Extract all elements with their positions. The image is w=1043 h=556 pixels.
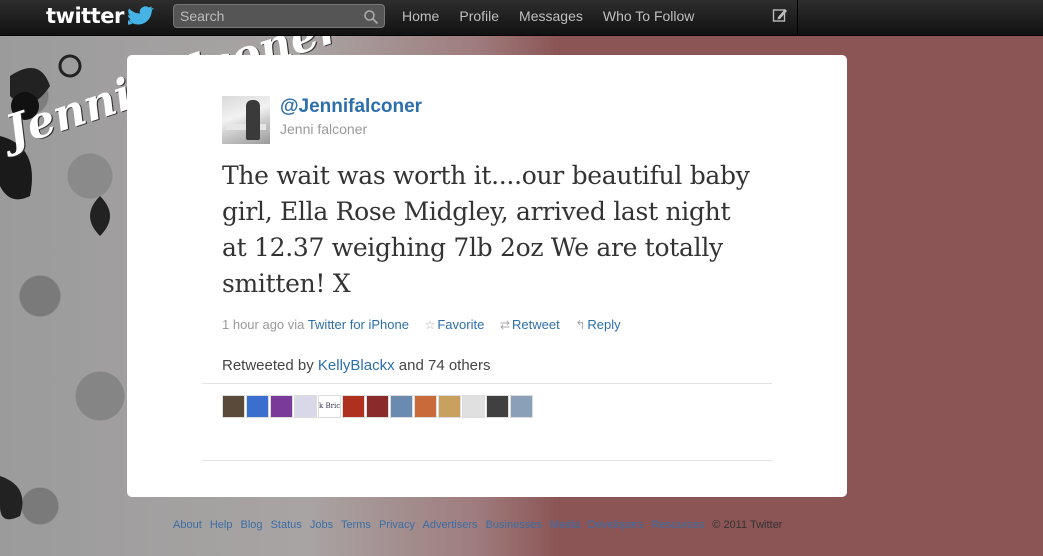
favorite-label: Favorite <box>437 317 485 332</box>
reply-button[interactable]: ↰ Reply <box>575 317 620 332</box>
avatar-figure <box>246 100 260 140</box>
footer-link-privacy[interactable]: Privacy <box>379 519 415 531</box>
retweeter-avatar[interactable] <box>222 395 245 418</box>
favorite-button[interactable]: ☆ Favorite <box>425 317 485 332</box>
twitter-bird-icon <box>128 6 154 25</box>
retweeter-avatar[interactable] <box>438 395 461 418</box>
topbar-divider <box>797 0 798 36</box>
footer-link-developers[interactable]: Developers <box>588 519 644 531</box>
footer-copyright: © 2011 Twitter <box>712 519 783 531</box>
footer: About Help Blog Status Jobs Terms Privac… <box>173 519 782 531</box>
search-input[interactable] <box>180 8 355 24</box>
footer-link-jobs[interactable]: Jobs <box>310 519 333 531</box>
tweet-timestamp[interactable]: 1 hour ago <box>222 317 284 332</box>
search-box[interactable] <box>173 4 385 28</box>
retweeter-avatar[interactable] <box>294 395 317 418</box>
reply-label: Reply <box>587 317 621 332</box>
compose-tweet-icon[interactable] <box>772 7 788 23</box>
divider <box>202 383 772 384</box>
twitter-logo[interactable]: twitter <box>46 4 124 28</box>
footer-link-resources[interactable]: Resources <box>652 519 705 531</box>
divider <box>202 460 772 461</box>
retweet-icon: ⇄ <box>499 318 511 332</box>
tweet-meta: 1 hour ago via Twitter for iPhone ☆ Favor… <box>222 317 621 332</box>
author-screen-name[interactable]: @Jennifalconer <box>280 96 422 118</box>
retweeter-avatars: k Bric <box>222 395 533 418</box>
footer-link-businesses[interactable]: Businesses <box>486 519 542 531</box>
tweet-source-link[interactable]: Twitter for iPhone <box>308 317 409 332</box>
retweeter-avatar[interactable] <box>342 395 365 418</box>
retweet-label: Retweet <box>512 317 560 332</box>
nav-messages[interactable]: Messages <box>519 8 583 24</box>
retweeter-avatar[interactable] <box>486 395 509 418</box>
nav-who-to-follow[interactable]: Who To Follow <box>603 8 695 24</box>
top-bar: twitter Home Profile Messages Who To Fol… <box>0 0 1043 36</box>
footer-link-blog[interactable]: Blog <box>241 519 263 531</box>
star-icon: ☆ <box>424 318 436 332</box>
retweeter-link[interactable]: KellyBlackx <box>318 357 395 374</box>
author-avatar[interactable] <box>222 96 270 144</box>
footer-link-about[interactable]: About <box>173 519 202 531</box>
reply-icon: ↰ <box>575 318 586 332</box>
footer-link-help[interactable]: Help <box>210 519 233 531</box>
via-label: via <box>287 317 305 332</box>
retweeted-by-suffix: and 74 others <box>398 357 491 374</box>
retweeter-avatar[interactable] <box>414 395 437 418</box>
retweeter-avatar[interactable] <box>366 395 389 418</box>
retweeter-avatar[interactable]: k Bric <box>318 395 341 418</box>
retweeter-avatar[interactable] <box>390 395 413 418</box>
footer-link-status[interactable]: Status <box>271 519 302 531</box>
tweet-card: @Jennifalconer Jenni falconer The wait w… <box>127 55 847 497</box>
retweeter-avatar[interactable] <box>246 395 269 418</box>
author-full-name: Jenni falconer <box>280 121 368 137</box>
search-icon[interactable] <box>363 9 379 25</box>
retweeter-avatar[interactable] <box>510 395 533 418</box>
nav-profile[interactable]: Profile <box>459 8 499 24</box>
retweet-button[interactable]: ⇄ Retweet <box>500 317 560 332</box>
main-nav: Home Profile Messages Who To Follow <box>402 8 714 24</box>
retweeter-avatar[interactable] <box>462 395 485 418</box>
nav-home[interactable]: Home <box>402 8 439 24</box>
footer-link-media[interactable]: Media <box>550 519 580 531</box>
retweeted-by-line: Retweeted by KellyBlackx and 74 others <box>222 357 491 374</box>
retweeter-avatar[interactable] <box>270 395 293 418</box>
retweeted-by-prefix: Retweeted by <box>222 357 314 374</box>
footer-link-advertisers[interactable]: Advertisers <box>422 519 477 531</box>
footer-link-terms[interactable]: Terms <box>341 519 371 531</box>
tweet-text: The wait was worth it....our beautiful b… <box>222 161 750 298</box>
